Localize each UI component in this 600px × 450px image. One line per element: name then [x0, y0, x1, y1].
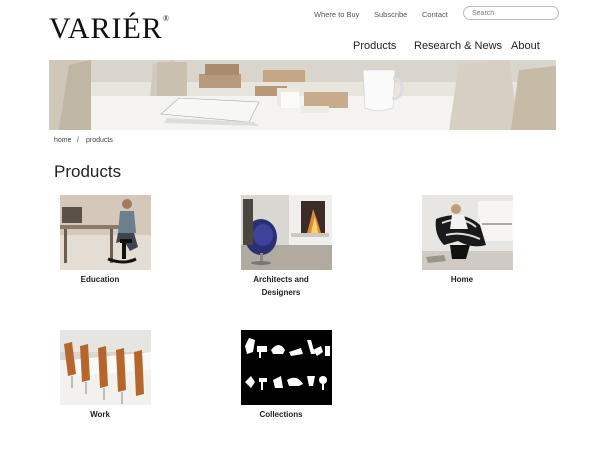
work-label-line1: Work [90, 410, 110, 419]
subscribe-link[interactable]: Subscribe [374, 10, 407, 19]
logo-text: VARIÉR [49, 12, 163, 45]
nav-products[interactable]: Products [353, 40, 396, 52]
work-image[interactable] [60, 330, 151, 405]
collections-image[interactable] [241, 330, 332, 405]
varier-logo[interactable]: VARIÉR® [49, 12, 170, 46]
home-label[interactable]: Home [402, 273, 522, 286]
education-image[interactable] [60, 195, 151, 270]
contact-link[interactable]: Contact [422, 10, 448, 19]
education-label[interactable]: Education [40, 273, 160, 286]
nav-research-news[interactable]: Research & News [414, 40, 502, 52]
registered-mark: ® [162, 14, 170, 23]
search-input[interactable] [463, 6, 559, 20]
home-label-line1: Home [450, 275, 474, 284]
hero-banner-image [49, 60, 556, 130]
breadcrumb-current: products [86, 137, 113, 144]
education-label-line1: Education [80, 275, 120, 284]
home-image[interactable] [422, 195, 513, 270]
architects-label-line1: Architects and [253, 275, 309, 284]
nav-about[interactable]: About [511, 40, 540, 52]
page-title: Products [54, 162, 122, 181]
where-to-buy-link[interactable]: Where to Buy [314, 10, 359, 19]
breadcrumb-separator: / [77, 137, 79, 144]
architects-designers-image[interactable] [241, 195, 332, 270]
collections-label-line1: Collections [259, 410, 303, 419]
architects-label-line2: Designers [261, 288, 301, 297]
collections-label[interactable]: Collections [221, 408, 341, 421]
work-label[interactable]: Work [40, 408, 160, 421]
breadcrumb-home[interactable]: home [54, 137, 72, 144]
architects-designers-label[interactable]: Architects and Designers [221, 273, 341, 299]
